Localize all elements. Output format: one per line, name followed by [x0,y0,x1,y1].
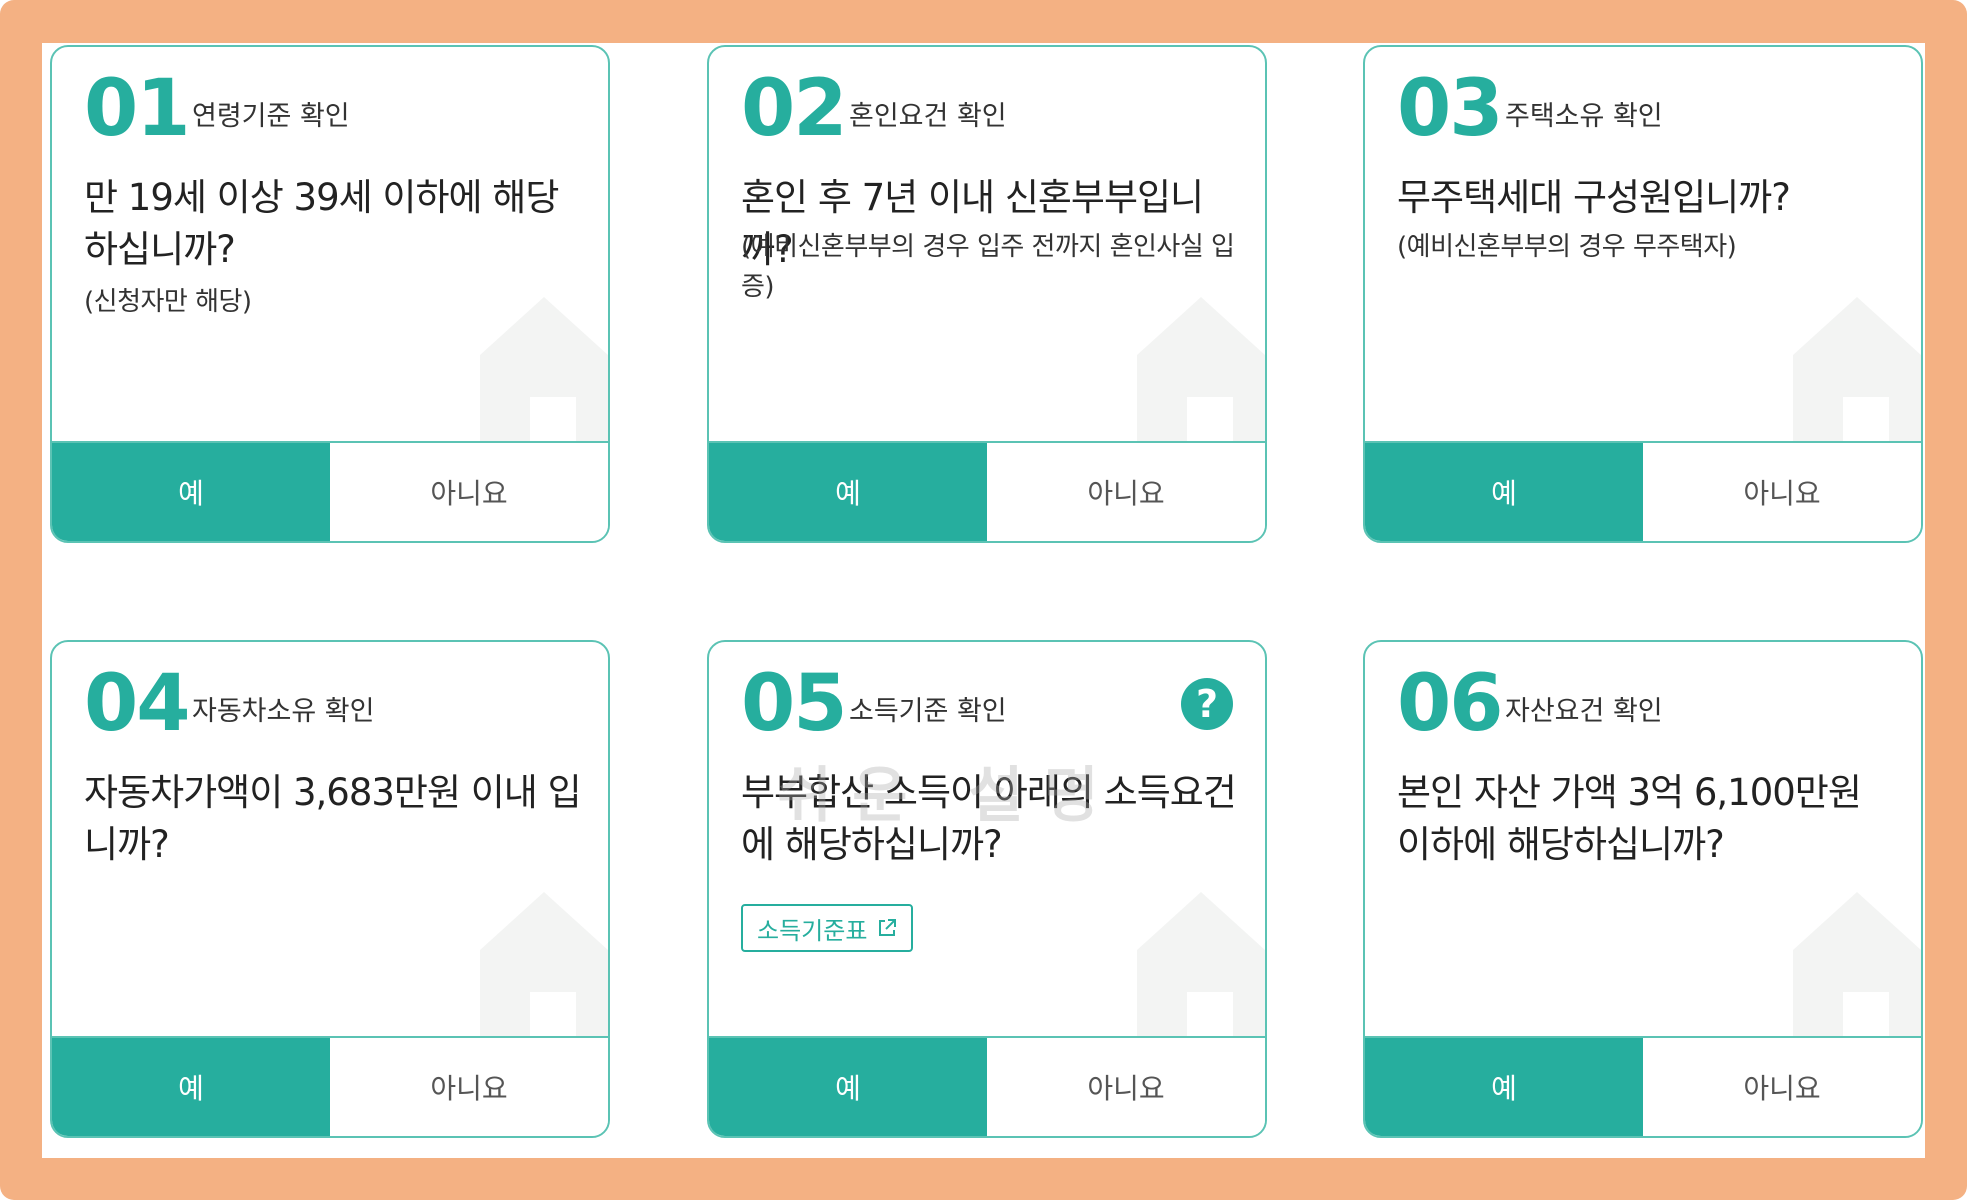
external-link-icon [879,919,897,936]
step-number: 03 [1397,64,1504,154]
no-button[interactable]: 아니요 [1643,443,1921,541]
no-button[interactable]: 아니요 [330,443,608,541]
yes-button[interactable]: 예 [1365,443,1643,541]
yes-button[interactable]: 예 [52,443,330,541]
no-button[interactable]: 아니요 [330,1038,608,1136]
answer-buttons: 예 아니요 [1365,441,1921,541]
answer-buttons: 예 아니요 [1365,1036,1921,1136]
step-label: 주택소유 확인 [1505,101,1663,132]
question-text: 본인 자산 가액 3억 6,100만원 이하에 해당하십니까? [1397,771,1862,866]
step-number: 04 [84,659,191,749]
eligibility-card-04: 04 자동차소유 확인 자동차가액이 3,683만원 이내 입니까? 예 아니요 [50,640,610,1138]
no-button[interactable]: 아니요 [987,1038,1265,1136]
outer-frame: 01 연령기준 확인 만 19세 이상 39세 이하에 해당하십니까? (신청자… [0,0,1967,1200]
eligibility-card-01: 01 연령기준 확인 만 19세 이상 39세 이하에 해당하십니까? (신청자… [50,45,610,543]
question-note: (예비신혼부부의 경우 무주택자) [1397,232,1737,262]
question-note: (예비신혼부부의 경우 입주 전까지 혼인사실 입증) [741,232,1235,302]
eligibility-card-02: 02 혼인요건 확인 혼인 후 7년 이내 신혼부부입니까? (예비신혼부부의 … [707,45,1267,543]
answer-buttons: 예 아니요 [52,1036,608,1136]
no-button[interactable]: 아니요 [1643,1038,1921,1136]
step-number: 01 [84,64,191,154]
question-note: (신청자만 해당) [84,287,252,317]
eligibility-card-05: 05 소득기준 확인 ? 부부합산 소득이 아래의 소득요건에 해당하십니까? … [707,640,1267,1138]
step-label: 자동차소유 확인 [192,696,375,727]
house-icon [480,892,608,1046]
step-number: 06 [1397,659,1504,749]
yes-button[interactable]: 예 [1365,1038,1643,1136]
income-standard-link-button[interactable]: 소득기준표 [741,904,914,952]
step-label: 소득기준 확인 [849,696,1007,727]
question-text: 만 19세 이상 39세 이하에 해당하십니까? [84,176,559,271]
step-label: 혼인요건 확인 [849,101,1007,132]
house-icon [1793,297,1921,451]
step-number: 05 [741,659,848,749]
eligibility-card-06: 06 자산요건 확인 본인 자산 가액 3억 6,100만원 이하에 해당하십니… [1363,640,1923,1138]
link-label: 소득기준표 [757,916,868,945]
eligibility-card-03: 03 주택소유 확인 무주택세대 구성원입니까? (예비신혼부부의 경우 무주택… [1363,45,1923,543]
yes-button[interactable]: 예 [709,443,987,541]
yes-button[interactable]: 예 [709,1038,987,1136]
house-icon [1793,892,1921,1046]
watermark-text: 쉬운 설명 [777,761,1119,831]
answer-buttons: 예 아니요 [709,1036,1265,1136]
yes-button[interactable]: 예 [52,1038,330,1136]
step-label: 연령기준 확인 [192,101,350,132]
eligibility-check-panel: 01 연령기준 확인 만 19세 이상 39세 이하에 해당하십니까? (신청자… [42,43,1925,1158]
question-text: 무주택세대 구성원입니까? [1397,176,1791,219]
step-number: 02 [741,64,848,154]
house-icon [1137,892,1265,1046]
answer-buttons: 예 아니요 [709,441,1265,541]
question-circle-icon[interactable]: ? [1181,678,1233,730]
step-label: 자산요건 확인 [1505,696,1663,727]
house-icon [1137,297,1265,451]
question-text: 자동차가액이 3,683만원 이내 입니까? [84,771,582,866]
answer-buttons: 예 아니요 [52,441,608,541]
no-button[interactable]: 아니요 [987,443,1265,541]
